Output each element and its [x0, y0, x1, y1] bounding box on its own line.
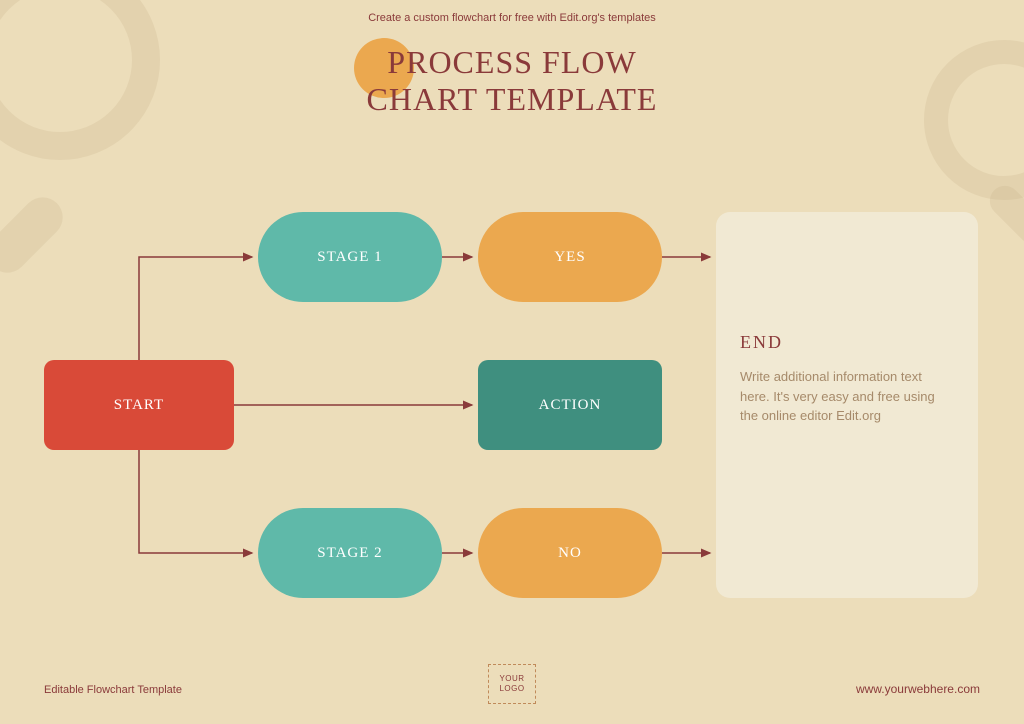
logo-line1: YOUR [499, 674, 524, 684]
tagline: Create a custom flowchart for free with … [0, 12, 1024, 24]
title-block: PROCESS FLOW CHART TEMPLATE [0, 44, 1024, 118]
end-heading: END [740, 332, 954, 353]
node-yes: YES [478, 212, 662, 302]
footer-url: www.yourwebhere.com [856, 682, 980, 696]
node-stage2: STAGE 2 [258, 508, 442, 598]
end-panel: END Write additional information text he… [716, 212, 978, 598]
bg-magnifier-handle-large [0, 189, 71, 281]
footer: Editable Flowchart Template YOUR LOGO ww… [0, 664, 1024, 704]
title-line2: CHART TEMPLATE [367, 81, 658, 117]
footer-caption: Editable Flowchart Template [44, 684, 182, 696]
title-line1: PROCESS FLOW [387, 44, 636, 80]
logo-placeholder: YOUR LOGO [488, 664, 536, 704]
node-action: ACTION [478, 360, 662, 450]
logo-line2: LOGO [499, 684, 524, 694]
node-start: START [44, 360, 234, 450]
node-stage1: STAGE 1 [258, 212, 442, 302]
node-no: NO [478, 508, 662, 598]
end-body: Write additional information text here. … [740, 367, 954, 426]
